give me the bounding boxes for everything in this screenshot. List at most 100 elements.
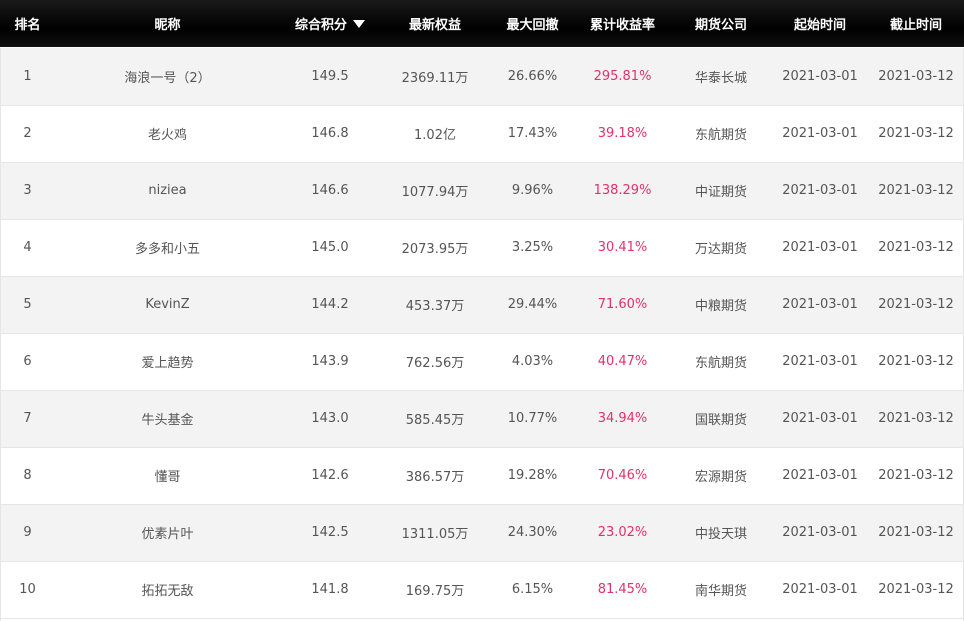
header-equity: 最新权益 [408, 17, 461, 33]
cell-cum-return: 34.94% [597, 411, 648, 426]
cell-rank: 1 [23, 68, 32, 84]
cell-start-time: 2021-03-01 [782, 411, 858, 426]
cell-rank: 8 [23, 468, 32, 483]
cell-max-drawdown: 17.43% [507, 126, 558, 141]
cell-start-time: 2021-03-01 [782, 126, 858, 141]
cell-equity: 169.75万 [405, 584, 465, 599]
cell-max-drawdown: 3.25% [511, 240, 554, 255]
cell-start-time: 2021-03-01 [782, 525, 858, 540]
cell-score: 142.5 [311, 525, 349, 540]
cell-nickname: KevinZ [145, 297, 190, 312]
header-start-time: 起始时间 [793, 17, 846, 33]
cell-score: 142.6 [311, 468, 349, 483]
cell-score: 143.0 [311, 411, 349, 426]
table-row: 7 牛头基金 143.0 585.45万 10.77% 34.94% 国联期货 2021-03… [0, 390, 964, 447]
cell-cum-return: 39.18% [597, 126, 648, 141]
cell-score: 141.8 [311, 582, 349, 597]
cell-score: 146.6 [311, 183, 349, 198]
table-row: 8 懂哥 142.6 386.57万 19.28% 70.46% 宏源期货 2021-03-0… [0, 447, 964, 504]
table-row: 6 爱上趋势 143.9 762.56万 4.03% 40.47% 东航期货 2021-03-… [0, 333, 964, 390]
cell-score: 144.2 [311, 297, 349, 312]
triangle-down-icon[interactable] [353, 19, 365, 28]
cell-broker: 南华期货 [694, 584, 747, 599]
cell-score: 149.5 [311, 68, 349, 84]
header-end-time: 截止时间 [889, 17, 942, 33]
cell-rank: 10 [19, 582, 36, 597]
cell-start-time: 2021-03-01 [782, 240, 858, 255]
cell-nickname: 海浪一号（2） [124, 70, 211, 86]
header-nickname: 昵称 [154, 17, 181, 33]
cell-nickname: 拓拓无敌 [141, 584, 194, 599]
cell-cum-return: 40.47% [597, 354, 648, 369]
cell-equity: 1.02亿 [414, 128, 456, 143]
table-row: 2 老火鸡 146.8 1.02亿 17.43% 39.18% 东航期货 2021-03-01… [0, 105, 964, 162]
cell-start-time: 2021-03-01 [782, 582, 858, 597]
cell-score: 145.0 [311, 240, 349, 255]
cell-end-time: 2021-03-12 [878, 468, 954, 483]
table-left-border [0, 48, 1, 621]
cell-nickname: 优素片叶 [141, 527, 194, 542]
header-max-drawdown: 最大回撤 [506, 17, 559, 33]
cell-equity: 386.57万 [405, 470, 465, 485]
header-cum-return: 累计收益率 [589, 17, 655, 33]
cell-equity: 585.45万 [405, 413, 465, 428]
cell-rank: 6 [23, 354, 32, 369]
cell-end-time: 2021-03-12 [878, 297, 954, 312]
ranking-table: 排名 昵称 综合积分 最新权益 最大回撤 累计收益率 期货公司 起始时间 截止时… [0, 0, 964, 619]
cell-broker: 东航期货 [694, 356, 747, 371]
cell-start-time: 2021-03-01 [782, 297, 858, 312]
cell-end-time: 2021-03-12 [878, 525, 954, 540]
cell-rank: 4 [23, 240, 32, 255]
table-row: 3 niziea 146.6 1077.94万 9.96% 138.29% 中证期货 2021… [0, 162, 964, 219]
cell-nickname: 懂哥 [154, 470, 181, 485]
cell-broker: 中证期货 [694, 185, 747, 200]
cell-max-drawdown: 29.44% [507, 297, 558, 312]
cell-broker: 国联期货 [694, 413, 747, 428]
table-row: 9 优素片叶 142.5 1311.05万 24.30% 23.02% 中投天琪 2021-0… [0, 504, 964, 561]
cell-broker: 万达期货 [694, 242, 747, 257]
header-row: 排名 昵称 综合积分 最新权益 最大回撤 累计收益率 期货公司 起始时间 截止时… [0, 0, 964, 48]
table-header: 排名 昵称 综合积分 最新权益 最大回撤 累计收益率 期货公司 起始时间 截止时… [0, 0, 964, 48]
cell-broker: 中粮期货 [694, 299, 747, 314]
cell-score: 143.9 [311, 354, 349, 369]
cell-equity: 762.56万 [405, 356, 465, 371]
header-score-label: 综合积分 [294, 17, 347, 33]
cell-nickname: 老火鸡 [147, 128, 187, 143]
cell-nickname: 牛头基金 [141, 413, 194, 428]
cell-cum-return: 138.29% [593, 183, 652, 198]
cell-end-time: 2021-03-12 [878, 582, 954, 597]
cell-end-time: 2021-03-12 [878, 68, 954, 84]
cell-end-time: 2021-03-12 [878, 354, 954, 369]
cell-equity: 1311.05万 [401, 527, 469, 542]
cell-score: 146.8 [311, 126, 349, 141]
cell-broker: 宏源期货 [694, 470, 747, 485]
cell-equity: 1077.94万 [401, 185, 469, 200]
cell-max-drawdown: 6.15% [511, 582, 554, 597]
table-row: 5 KevinZ 144.2 453.37万 29.44% 71.60% 中粮期货 2021-… [0, 276, 964, 333]
cell-rank: 9 [23, 525, 32, 540]
table-body: 1 海浪一号（2） 149.5 2369.11万 26.66% 295.81% 华泰长城 20… [0, 48, 964, 618]
cell-max-drawdown: 10.77% [507, 411, 558, 426]
cell-rank: 2 [23, 126, 32, 141]
cell-cum-return: 23.02% [597, 525, 648, 540]
table-row: 10 拓拓无敌 141.8 169.75万 6.15% 81.45% 南华期货 2021-03… [0, 561, 964, 618]
cell-equity: 453.37万 [405, 299, 465, 314]
cell-start-time: 2021-03-01 [782, 68, 858, 84]
header-score-sort[interactable]: 综合积分 [280, 0, 380, 47]
cell-broker: 东航期货 [694, 128, 747, 143]
cell-max-drawdown: 9.96% [511, 183, 554, 198]
cell-cum-return: 81.45% [597, 582, 648, 597]
cell-start-time: 2021-03-01 [782, 354, 858, 369]
cell-broker: 华泰长城 [694, 70, 747, 86]
cell-cum-return: 71.60% [597, 297, 648, 312]
score-sort-control[interactable]: 综合积分 [295, 14, 365, 33]
table-row: 4 多多和小五 145.0 2073.95万 3.25% 30.41% 万达期货 2021-0… [0, 219, 964, 276]
header-rank: 排名 [14, 17, 41, 33]
cell-nickname: 爱上趋势 [141, 356, 194, 371]
cell-end-time: 2021-03-12 [878, 411, 954, 426]
cell-nickname: 多多和小五 [134, 242, 200, 257]
table-row: 1 海浪一号（2） 149.5 2369.11万 26.66% 295.81% 华泰长城 20… [0, 48, 964, 105]
cell-rank: 7 [23, 411, 32, 426]
cell-broker: 中投天琪 [694, 527, 747, 542]
cell-equity: 2369.11万 [401, 70, 469, 86]
